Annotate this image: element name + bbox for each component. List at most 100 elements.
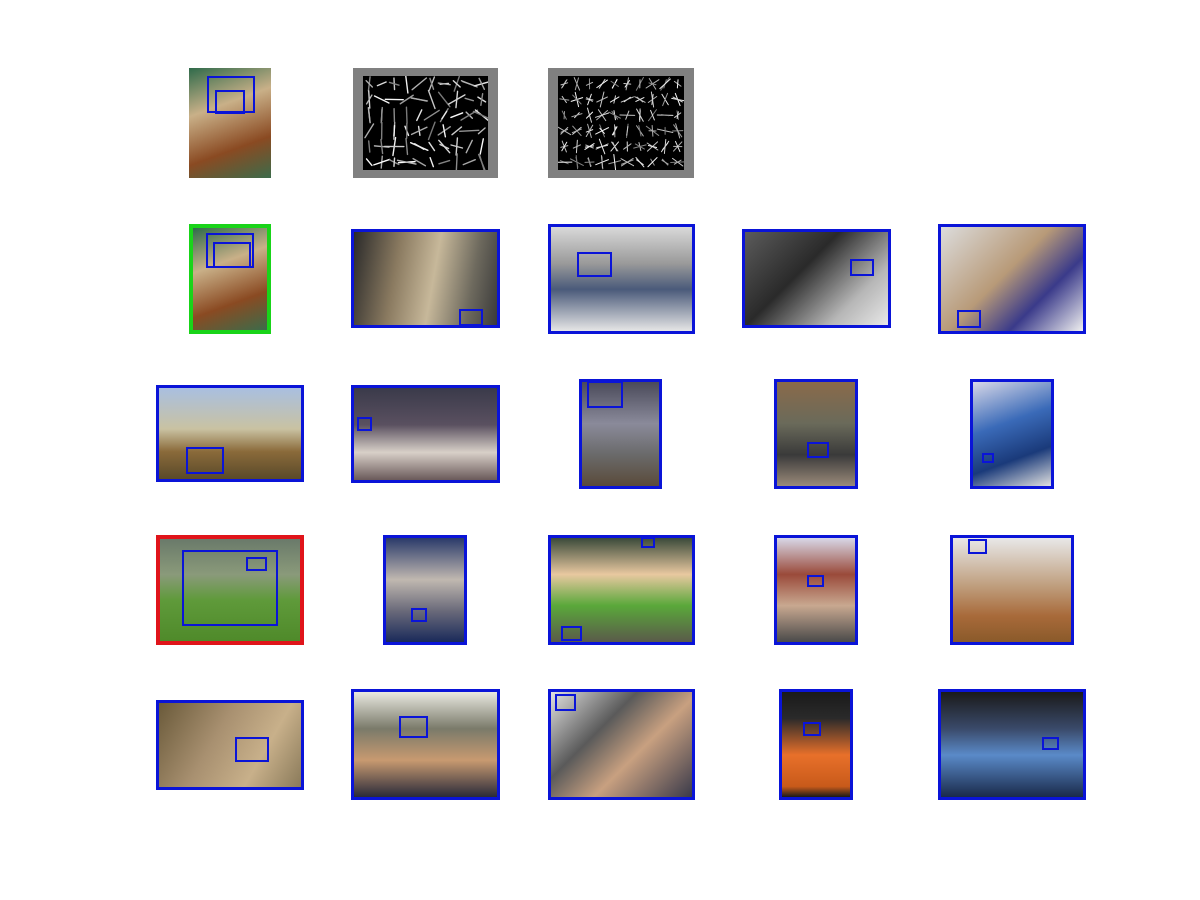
detection-box (577, 252, 612, 277)
hog-orientation-stroke (626, 125, 629, 136)
result-blue-car-headlights (970, 379, 1054, 489)
hog-orientation-stroke (586, 107, 593, 123)
hog-orientation-stroke (464, 97, 475, 102)
hog-orientation-stroke (676, 79, 679, 89)
hog-orientation-stroke (647, 145, 658, 148)
hog-orientation-stroke (672, 96, 683, 103)
hog-orientation-stroke (465, 139, 473, 154)
result-couple-portrait (548, 689, 695, 800)
result-highland-cow (156, 385, 304, 482)
result-people-restaurant (351, 385, 500, 483)
result-woman-smiling (351, 689, 500, 800)
hog-orientation-stroke (610, 80, 619, 87)
detection-box (957, 310, 981, 328)
hog-orientation-stroke (595, 112, 610, 118)
result-dolls-motorcycle (383, 535, 467, 645)
result-race-car (938, 689, 1086, 800)
detection-box (1042, 737, 1059, 750)
hog-orientation-stroke (600, 154, 604, 170)
hog-orientation-stroke (450, 112, 464, 119)
result-building-flag (774, 535, 858, 645)
hog-orientation-stroke (575, 155, 579, 170)
hog-glyph-grid (558, 76, 684, 170)
result-drink-bottle (779, 689, 853, 800)
hog-orientation-stroke (662, 92, 669, 107)
result-horse-painting-correct (189, 224, 271, 334)
detection-box (213, 242, 251, 268)
result-train-platform (351, 229, 500, 328)
hog-orientation-stroke (479, 138, 485, 155)
hog-orientation-stroke (636, 96, 644, 103)
detection-box (357, 417, 372, 431)
root-filter-hog (353, 68, 498, 178)
hog-orientation-stroke (405, 137, 409, 156)
hog-orientation-stroke (663, 139, 667, 154)
result-baby-bottle (548, 535, 695, 645)
hog-orientation-stroke (635, 156, 645, 168)
hog-orientation-stroke (367, 108, 371, 122)
result-dog-sweater (950, 535, 1074, 645)
query-horse-painting (189, 68, 271, 178)
hog-orientation-stroke (455, 153, 458, 170)
hog-orientation-stroke (413, 143, 425, 150)
detection-box (641, 538, 655, 548)
detection-box (807, 575, 824, 587)
hog-orientation-stroke (558, 126, 572, 136)
detection-box (587, 382, 623, 408)
hog-orientation-stroke (661, 159, 669, 165)
hog-orientation-stroke (423, 109, 440, 121)
hog-orientation-stroke (650, 109, 655, 121)
part-filter-hog (548, 68, 694, 178)
result-horse-field-false (156, 535, 304, 645)
detection-results-figure (0, 0, 1200, 900)
detection-box (235, 737, 269, 762)
hog-orientation-stroke (429, 156, 435, 168)
hog-orientation-stroke (427, 89, 436, 110)
hog-orientation-stroke (477, 127, 486, 135)
hog-orientation-stroke (405, 106, 408, 124)
hog-orientation-stroke (393, 124, 396, 137)
detection-box (411, 608, 427, 622)
hog-orientation-stroke (571, 113, 583, 118)
hog-orientation-stroke (659, 78, 671, 90)
hog-orientation-stroke (462, 158, 476, 166)
hog-orientation-stroke (428, 141, 436, 152)
hog-orientation-stroke (572, 94, 582, 105)
hog-orientation-stroke (480, 93, 484, 106)
detection-box (561, 626, 582, 641)
result-dog-couch (156, 700, 304, 790)
hog-orientation-stroke (561, 79, 568, 89)
hog-orientation-stroke (571, 128, 582, 134)
hog-orientation-stroke (365, 158, 373, 167)
hog-orientation-stroke (478, 153, 485, 170)
detection-box (850, 259, 874, 276)
hog-orientation-stroke (411, 77, 428, 91)
hog-orientation-stroke (574, 77, 579, 91)
hog-orientation-stroke (438, 159, 451, 165)
hog-orientation-stroke (638, 125, 642, 137)
hog-orientation-stroke (416, 109, 423, 122)
hog-orientation-stroke (596, 79, 608, 89)
detection-box (459, 309, 483, 325)
result-box-bottles (938, 224, 1086, 334)
hog-orientation-stroke (620, 96, 634, 103)
hog-orientation-stroke (405, 76, 409, 94)
hog-orientation-stroke (459, 129, 480, 133)
hog-orientation-stroke (575, 139, 578, 154)
hog-orientation-stroke (455, 137, 459, 156)
detection-box (803, 722, 821, 736)
hog-orientation-stroke (559, 98, 570, 101)
hog-orientation-stroke (364, 123, 375, 139)
hog-orientation-stroke (584, 145, 595, 148)
hog-orientation-stroke (380, 138, 384, 155)
detection-box (246, 557, 267, 571)
detection-box (186, 447, 224, 474)
detection-box (968, 539, 987, 554)
hog-orientation-stroke (623, 83, 632, 85)
detection-box (555, 694, 576, 711)
result-office-desk (742, 229, 891, 328)
hog-orientation-stroke (393, 157, 396, 167)
hog-glyph-grid (363, 76, 488, 170)
hog-orientation-stroke (376, 81, 387, 87)
detection-box (807, 442, 829, 458)
